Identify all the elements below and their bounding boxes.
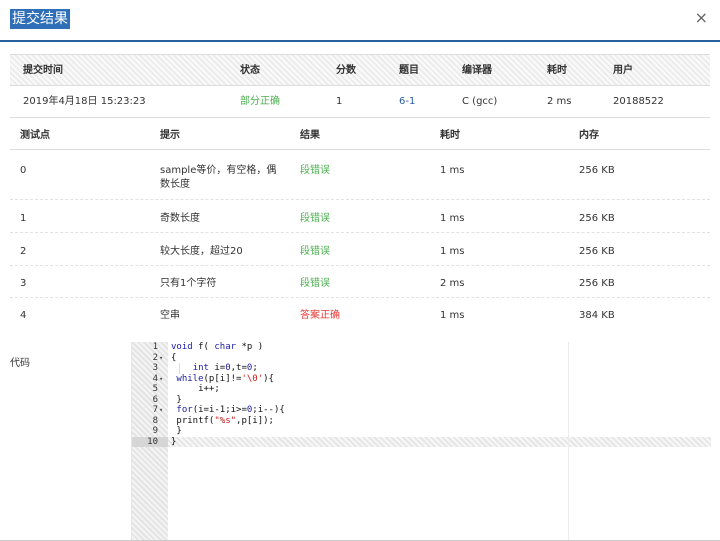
fold-chevron-icon[interactable]: ▾ [159, 353, 167, 364]
test-id: 3 [20, 278, 27, 289]
dialog-title: 提交结果 [10, 9, 70, 29]
test-id: 0 [20, 165, 27, 176]
test-tip: sample等价，有空格，偶数长度 [160, 165, 277, 190]
code-editor[interactable]: 1 2 3 4 5 6 7 8 9 10 ▾ ▾ ▾ void f( char … [131, 342, 711, 541]
header-duration: 耗时 [547, 65, 567, 76]
test-memory: 256 KB [579, 213, 615, 224]
header-tip: 提示 [160, 130, 180, 141]
duration-value: 2 ms [547, 96, 572, 107]
header-result: 结果 [300, 130, 320, 141]
problem-link[interactable]: 6-1 [399, 86, 415, 118]
code-line: printf("%s",p[i]); [171, 415, 274, 426]
line-number: 9 [152, 426, 158, 436]
status-badge: 部分正确 [240, 96, 280, 107]
code-line: for(i=i-1;i>=0;i--){ [176, 405, 285, 415]
print-margin [568, 342, 569, 541]
code-line: int i=0,t=0; [192, 363, 258, 373]
code-label: 代码 [10, 358, 30, 369]
line-number: 6 [152, 394, 158, 405]
test-result: 段错误 [300, 246, 330, 257]
test-result: 答案正确 [300, 310, 340, 321]
table-row: 2 较大长度，超过20 段错误 1 ms 256 KB [10, 233, 710, 266]
test-memory: 256 KB [579, 246, 615, 257]
test-memory: 256 KB [579, 165, 615, 176]
tests-header-row: 测试点 提示 结果 耗时 内存 [10, 122, 710, 150]
header-compiler: 编译器 [462, 65, 492, 76]
score-value: 1 [336, 96, 343, 107]
test-tip: 空串 [160, 310, 180, 321]
submission-summary: 提交时间 状态 分数 题目 编译器 耗时 用户 2019年4月18日 15:23… [10, 54, 710, 118]
code-line: i++; [171, 384, 220, 394]
user-value: 20188522 [613, 96, 664, 107]
summary-row: 2019年4月18日 15:23:23 部分正确 1 6-1 C (gcc) 2… [10, 86, 710, 118]
test-id: 2 [20, 246, 27, 257]
code-line: { [171, 352, 177, 363]
compiler-value: C (gcc) [462, 96, 498, 107]
table-row: 1 奇数长度 段错误 1 ms 256 KB [10, 200, 710, 233]
test-tip: 较大长度，超过20 [160, 246, 243, 257]
code-line: } [171, 394, 182, 405]
dialog-header: 提交结果 × [0, 0, 720, 42]
line-number: 5 [152, 384, 158, 394]
test-results-table: 测试点 提示 结果 耗时 内存 0 sample等价，有空格，偶数长度 段错误 … [10, 122, 710, 330]
fold-chevron-icon[interactable]: ▾ [159, 374, 167, 385]
test-tip: 只有1个字符 [160, 278, 217, 289]
code-line: while(p[i]!='\0'){ [176, 373, 274, 384]
test-id: 1 [20, 213, 27, 224]
line-number: 1 [152, 342, 158, 352]
test-result: 段错误 [300, 165, 330, 176]
test-time: 1 ms [440, 310, 465, 321]
test-time: 1 ms [440, 165, 465, 176]
line-number: 8 [152, 415, 158, 426]
line-number: 3 [152, 363, 158, 373]
test-memory: 384 KB [579, 310, 615, 321]
header-score: 分数 [336, 65, 356, 76]
header-status: 状态 [240, 65, 260, 76]
code-line: } [171, 436, 177, 447]
test-id: 4 [20, 310, 27, 321]
header-submit-time: 提交时间 [23, 65, 63, 76]
code-line: } [171, 426, 182, 436]
header-problem: 题目 [399, 65, 419, 76]
test-tip: 奇数长度 [160, 213, 200, 224]
active-line-highlight [168, 436, 711, 447]
test-time: 1 ms [440, 246, 465, 257]
summary-header-row: 提交时间 状态 分数 题目 编译器 耗时 用户 [10, 54, 710, 86]
header-test-id: 测试点 [20, 130, 50, 141]
test-memory: 256 KB [579, 278, 615, 289]
table-row: 3 只有1个字符 段错误 2 ms 256 KB [10, 266, 710, 298]
fold-chevron-icon[interactable]: ▾ [159, 405, 167, 416]
test-time: 1 ms [440, 213, 465, 224]
header-memory: 内存 [579, 130, 599, 141]
test-result: 段错误 [300, 278, 330, 289]
test-time: 2 ms [440, 278, 465, 289]
header-time: 耗时 [440, 130, 460, 141]
table-row: 4 空串 答案正确 1 ms 384 KB [10, 298, 710, 330]
submit-time: 2019年4月18日 15:23:23 [23, 96, 146, 107]
header-user: 用户 [613, 65, 633, 76]
line-number: 10 [147, 436, 158, 447]
table-row: 0 sample等价，有空格，偶数长度 段错误 1 ms 256 KB [10, 150, 710, 200]
code-line: void f( char *p ) [171, 342, 264, 352]
test-result: 段错误 [300, 213, 330, 224]
close-icon[interactable]: × [695, 10, 708, 26]
